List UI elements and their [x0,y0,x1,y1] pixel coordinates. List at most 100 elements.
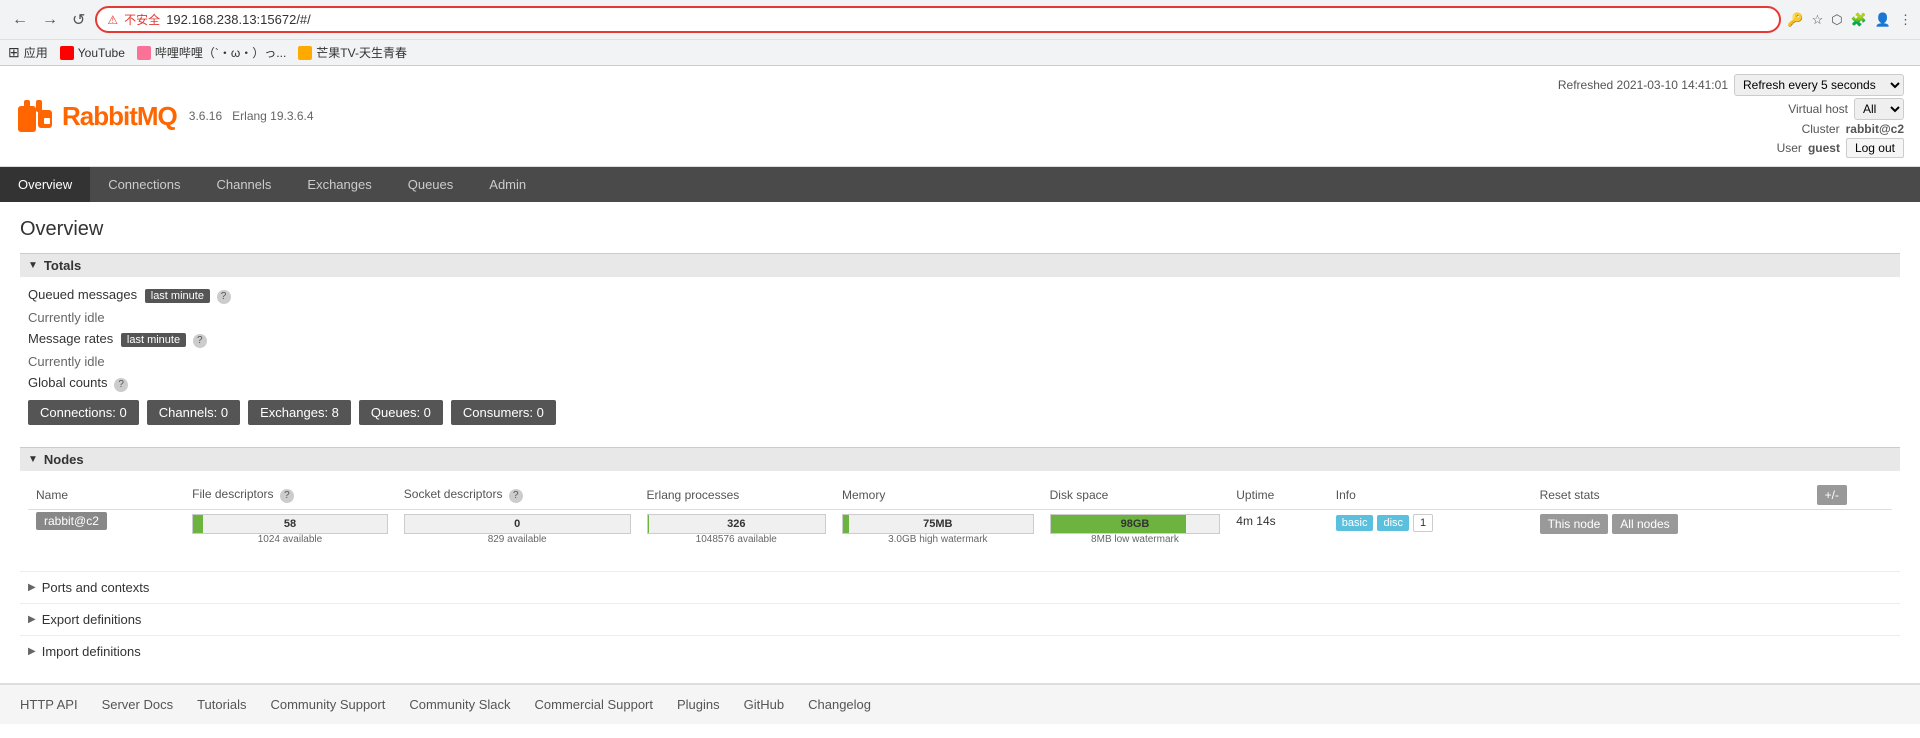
disk-sub: 8MB low watermark [1050,534,1221,545]
footer-link-server-docs[interactable]: Server Docs [102,697,174,712]
socket-desc-value: 0 [405,514,630,534]
col-plus-minus: +/- [1809,481,1892,510]
nav-item-connections[interactable]: Connections [90,167,198,202]
main-content: Overview ▼ Totals Queued messages last m… [0,202,1920,683]
totals-header[interactable]: ▼ Totals [20,253,1900,277]
nav-item-queues[interactable]: Queues [390,167,472,202]
logo-text: RabbitMQ [62,101,177,132]
nav-item-admin[interactable]: Admin [471,167,544,202]
file-desc-cell: 58 1024 available [184,510,396,550]
exchanges-count-btn[interactable]: Exchanges: 8 [248,400,351,425]
back-button[interactable]: ← [8,9,32,31]
reload-button[interactable]: ↺ [68,8,89,32]
message-rates-help-icon[interactable]: ? [193,334,207,348]
col-uptime: Uptime [1228,481,1328,510]
memory-bar: 75MB [842,514,1034,534]
table-row: rabbit@c2 58 1024 available [28,510,1892,550]
footer-link-plugins[interactable]: Plugins [677,697,720,712]
col-reset: Reset stats [1532,481,1809,510]
totals-content: Queued messages last minute ? Currently … [20,277,1900,435]
profile-icon[interactable]: 👤 [1875,12,1891,28]
footer-link-changelog[interactable]: Changelog [808,697,871,712]
consumers-count-btn[interactable]: Consumers: 0 [451,400,556,425]
node-name-cell: rabbit@c2 [28,510,184,550]
disk-bar: 98GB [1050,514,1221,534]
erlang-cell: 326 1048576 available [639,510,834,550]
logout-button[interactable]: Log out [1846,138,1904,158]
footer-link-commercial-support[interactable]: Commercial Support [535,697,654,712]
vhost-label: Virtual host [1788,102,1848,116]
export-section: ▶ Export definitions [20,603,1900,635]
bookmarks-bar: ⊞ 应用 YouTube 哔哩哔哩（`・ω・）っ... 芒果TV-天生青春 [0,39,1920,65]
footer-link-community-support[interactable]: Community Support [270,697,385,712]
info-cell: basic disc 1 [1328,510,1532,550]
queued-help-icon[interactable]: ? [217,290,231,304]
info-num-badge: 1 [1413,514,1433,532]
extension-icon[interactable]: ⬡ [1831,12,1842,28]
this-node-button[interactable]: This node [1540,514,1609,534]
menu-icon[interactable]: ⋮ [1899,12,1912,28]
counts-row: Connections: 0 Channels: 0 Exchanges: 8 … [28,400,1892,425]
disk-cell: 98GB 8MB low watermark [1042,510,1229,550]
totals-arrow-icon: ▼ [28,260,38,271]
export-label: Export definitions [42,612,142,627]
nav-item-channels[interactable]: Channels [198,167,289,202]
bookmark-apps[interactable]: ⊞ 应用 [8,44,48,61]
nav-item-exchanges[interactable]: Exchanges [289,167,389,202]
col-memory: Memory [834,481,1042,510]
bili-icon [137,46,151,60]
bookmark-mango[interactable]: 芒果TV-天生青春 [298,44,407,61]
ports-header[interactable]: ▶ Ports and contexts [28,580,1892,595]
rabbit-logo-svg [16,96,56,136]
app-header: RabbitMQ 3.6.16 Erlang 19.3.6.4 Refreshe… [0,66,1920,167]
footer-link-tutorials[interactable]: Tutorials [197,697,246,712]
bookmark-youtube[interactable]: YouTube [60,46,125,60]
vhost-select[interactable]: All [1854,98,1904,120]
nodes-header[interactable]: ▼ Nodes [20,447,1900,471]
currently-idle-1: Currently idle [28,310,1892,325]
vhost-row: Virtual host All [1788,98,1904,120]
star-icon[interactable]: ☆ [1812,12,1824,28]
message-rates-row: Message rates last minute ? [28,331,1892,348]
currently-idle-2: Currently idle [28,354,1892,369]
global-counts-row: Global counts ? [28,375,1892,392]
bookmark-bilibili[interactable]: 哔哩哔哩（`・ω・）っ... [137,44,286,61]
forward-button[interactable]: → [38,9,62,31]
plus-minus-button[interactable]: +/- [1817,485,1847,505]
info-disc-badge[interactable]: disc [1377,515,1409,531]
file-desc-help-icon[interactable]: ? [280,489,294,503]
disk-value: 98GB [1051,514,1220,534]
file-desc-value: 58 [193,514,387,534]
erlang-value: 326 [648,514,825,534]
import-header[interactable]: ▶ Import definitions [28,644,1892,659]
nodes-label: Nodes [44,452,84,467]
refreshed-text: Refreshed 2021-03-10 14:41:01 [1558,78,1728,92]
erlang-bar: 326 [647,514,826,534]
ports-section: ▶ Ports and contexts [20,571,1900,603]
import-label: Import definitions [42,644,141,659]
socket-desc-help-icon[interactable]: ? [509,489,523,503]
page-title: Overview [20,218,1900,241]
queues-count-btn[interactable]: Queues: 0 [359,400,443,425]
info-basic-badge[interactable]: basic [1336,515,1374,531]
refresh-select[interactable]: Refresh every 5 seconds Refresh every 10… [1734,74,1904,96]
import-arrow-icon: ▶ [28,646,36,657]
file-desc-sub: 1024 available [192,534,388,545]
cluster-value: rabbit@c2 [1846,122,1904,136]
nav-item-overview[interactable]: Overview [0,167,90,202]
global-counts-help-icon[interactable]: ? [114,378,128,392]
address-bar[interactable]: ⚠ 不安全 192.168.238.13:15672/#/ [95,6,1781,33]
footer-link-http-api[interactable]: HTTP API [20,697,78,712]
version-info: 3.6.16 Erlang 19.3.6.4 [189,109,314,123]
all-nodes-button[interactable]: All nodes [1612,514,1677,534]
footer-link-github[interactable]: GitHub [744,697,784,712]
message-rates-label: Message rates [28,331,113,346]
footer-link-community-slack[interactable]: Community Slack [409,697,510,712]
connections-count-btn[interactable]: Connections: 0 [28,400,139,425]
socket-desc-cell: 0 829 available [396,510,639,550]
channels-count-btn[interactable]: Channels: 0 [147,400,240,425]
puzzle-icon[interactable]: 🧩 [1851,12,1867,28]
export-header[interactable]: ▶ Export definitions [28,612,1892,627]
browser-icons: 🔑 ☆ ⬡ 🧩 👤 ⋮ [1787,12,1912,28]
global-counts-label: Global counts [28,375,108,390]
